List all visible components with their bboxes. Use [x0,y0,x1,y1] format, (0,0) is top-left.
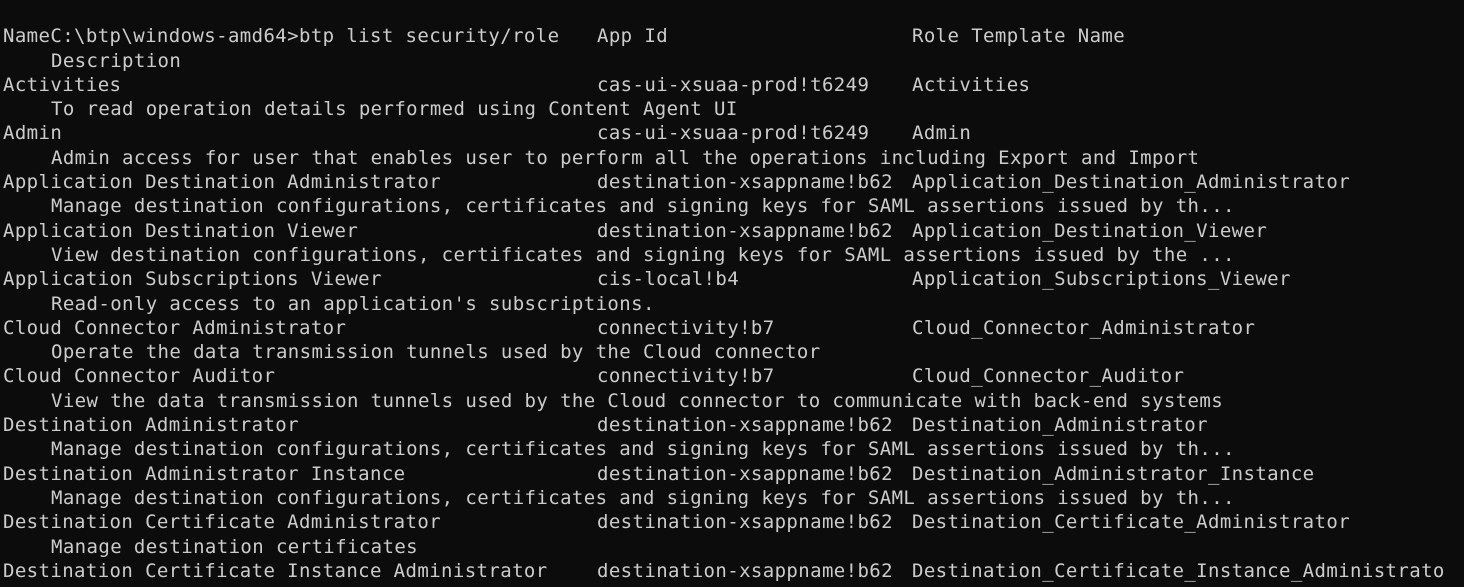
role-app-id: destination-xsappname!b62 [597,219,893,242]
header-role-template: Role Template Name [912,25,1126,48]
role-name: Application Subscriptions Viewer [3,268,382,291]
role-description: Operate the data transmission tunnels us… [51,341,821,364]
role-template-name: Application_Destination_Viewer [912,219,1268,242]
role-name: Destination Administrator [3,414,299,437]
role-name: Destination Certificate Instance Adminis… [3,559,548,582]
role-template-name: Admin [912,122,972,145]
role-app-id: cas-ui-xsuaa-prod!t6249 [597,73,870,96]
role-app-id: connectivity!b7 [597,316,775,339]
table-header-row: Name App Id Role Template Name [3,24,1464,48]
header-app-id: App Id [597,25,669,48]
role-template-name: Destination_Administrator [912,414,1208,437]
role-app-id: destination-xsappname!b62 [597,511,893,534]
table-row: Activities cas-ui-xsuaa-prod!t6249 Activit… [3,73,1464,97]
role-template-name: Activities [912,73,1031,96]
role-app-id: cis-local!b4 [597,268,740,291]
command-line: C:\btp\windows-amd64>btp list security/r… [3,0,1464,47]
role-template-name: Cloud_Connector_Auditor [912,365,1185,388]
role-template-name: Cloud_Connector_Administrator [912,316,1256,339]
terminal-window[interactable]: C:\btp\windows-amd64>btp list security/r… [0,0,1464,587]
table-row: Destination Certificate Instance Adminis… [3,559,1464,583]
header-name: Name [3,25,51,48]
role-description: Admin access for user that enables user … [51,146,1200,169]
role-template-name: Destination_Certificate_Administrator [912,511,1351,534]
role-name: Activities [3,73,122,96]
role-template-name: Application_Destination_Administrator [912,171,1351,194]
role-app-id: cas-ui-xsuaa-prod!t6249 [597,122,870,145]
role-app-id: destination-xsappname!b62 [597,414,893,437]
table-row: Destination Administrator Instance destin… [3,462,1464,486]
header-description: Description [51,49,182,72]
role-app-id: connectivity!b7 [597,365,775,388]
table-row: Cloud Connector Administrator connectivit… [3,316,1464,340]
role-template-name: Application_Subscriptions_Viewer [912,268,1291,291]
role-app-id: destination-xsappname!b62 [597,171,893,194]
role-description: Manage destination configurations, certi… [51,195,1235,218]
role-app-id: destination-xsappname!b62 [597,462,893,485]
role-template-name: Destination_Certificate_Instance_Adminis… [912,559,1445,582]
role-template-name: Destination_Administrator_Instance [912,462,1315,485]
role-name: Destination Administrator Instance [3,462,406,485]
role-app-id: destination-xsappname!b62 [597,559,893,582]
role-description: To read operation details performed usin… [51,98,738,121]
table-row: Destination Administrator destination-xsa… [3,413,1464,437]
table-row: Admin cas-ui-xsuaa-prod!t6249 Admin [3,121,1464,145]
role-name: Cloud Connector Auditor [3,365,276,388]
role-name: Destination Certificate Administrator [3,511,442,534]
table-row: Cloud Connector Auditor connectivity!b7 Cl… [3,364,1464,388]
table-row: Application Destination Administrator des… [3,170,1464,194]
role-description: Manage destination configurations, certi… [51,438,1235,461]
role-name: Application Destination Administrator [3,171,442,194]
role-list: Activities cas-ui-xsuaa-prod!t6249 Activit… [3,73,1464,583]
role-description: View destination configurations, certifi… [51,243,1235,266]
role-description: Manage destination certificates [51,535,419,558]
table-row: Application Subscriptions Viewer cis-loca… [3,267,1464,291]
role-name: Cloud Connector Administrator [3,316,347,339]
role-description: View the data transmission tunnels used … [51,389,1224,412]
role-name: Admin [3,122,63,145]
role-name: Application Destination Viewer [3,219,359,242]
table-row: Destination Certificate Administrator des… [3,510,1464,534]
role-description: Read-only access to an application's sub… [51,292,655,315]
role-description: Manage destination configurations, certi… [51,486,1235,509]
table-row: Application Destination Viewer destinatio… [3,219,1464,243]
